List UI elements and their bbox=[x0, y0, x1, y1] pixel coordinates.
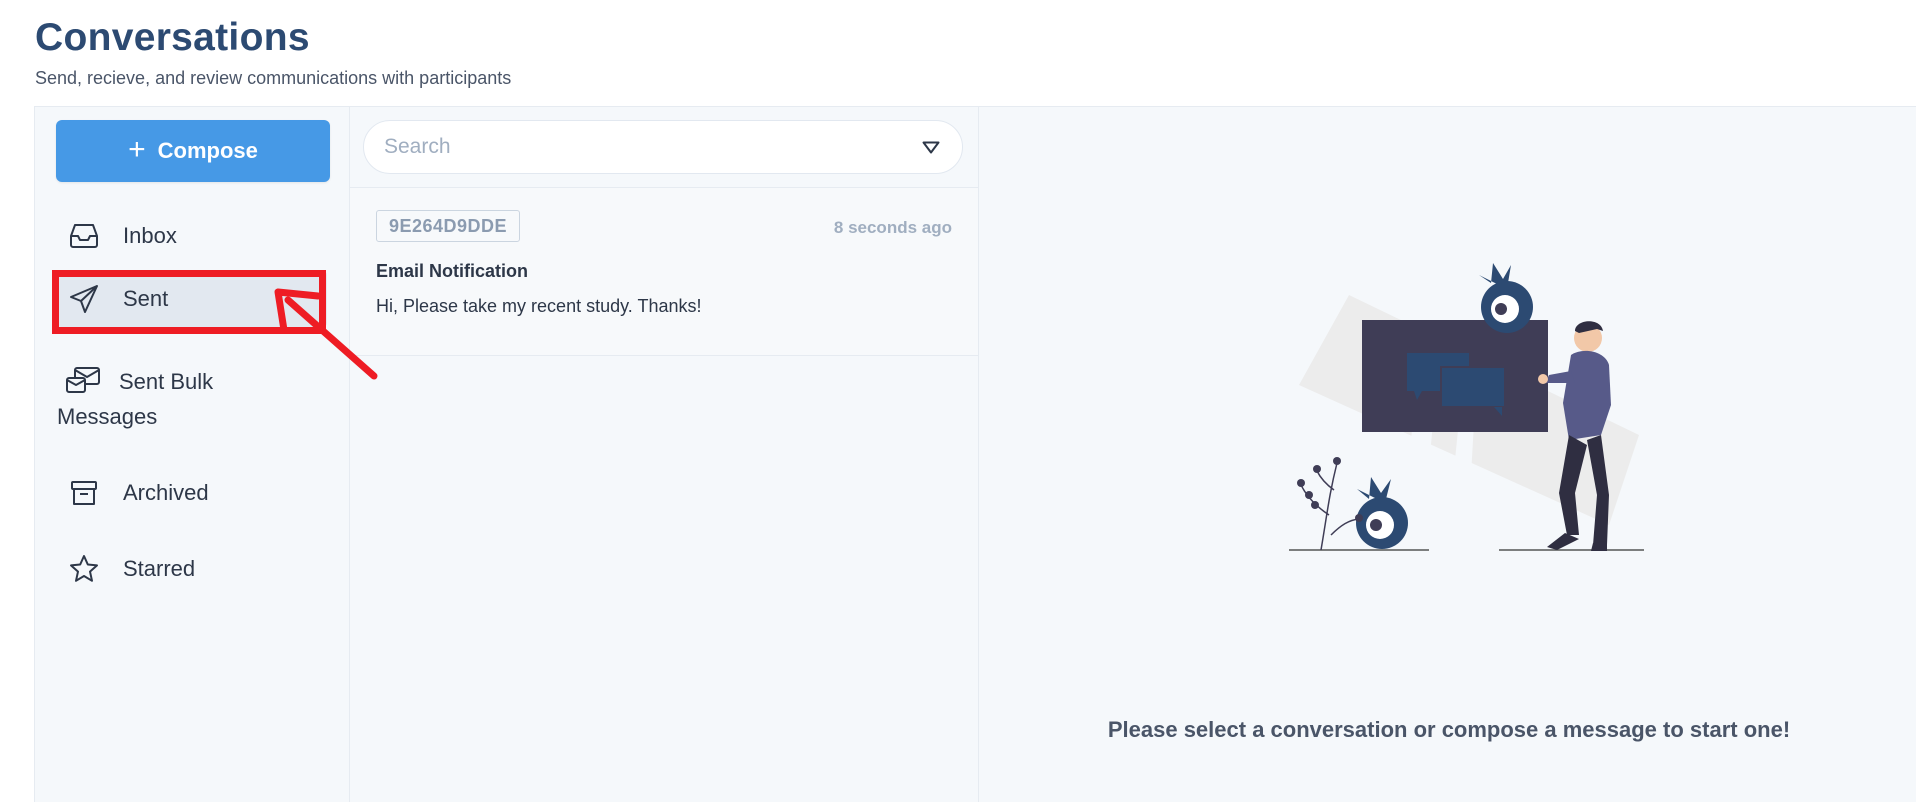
compose-button[interactable]: + Compose bbox=[56, 120, 330, 182]
compose-label: Compose bbox=[157, 138, 258, 163]
conversations-app: + Compose Inbox Sent Sent Bulk Messages … bbox=[34, 106, 1916, 802]
filter-dropdown-icon[interactable] bbox=[920, 136, 942, 158]
sidebar-item-starred[interactable]: Starred bbox=[57, 541, 327, 597]
sidebar-item-label: Archived bbox=[123, 480, 209, 505]
conversation-list-panel: 9E264D9DDE 8 seconds ago Email Notificat… bbox=[350, 107, 979, 802]
sidebar-item-label: Inbox bbox=[123, 223, 177, 248]
conversation-id-badge: 9E264D9DDE bbox=[376, 210, 521, 242]
sidebar-item-label-line1: Sent Bulk bbox=[119, 369, 214, 394]
search-input[interactable] bbox=[384, 135, 920, 159]
star-icon bbox=[65, 550, 103, 588]
sidebar-item-label: Starred bbox=[123, 556, 196, 581]
conversation-subject: Email Notification bbox=[376, 261, 529, 281]
conversation-list-item[interactable]: 9E264D9DDE 8 seconds ago Email Notificat… bbox=[350, 188, 978, 356]
inbox-icon bbox=[65, 217, 103, 255]
sidebar-item-inbox[interactable]: Inbox bbox=[57, 208, 327, 264]
sidebar-item-archived[interactable]: Archived bbox=[57, 465, 327, 521]
empty-state-illustration bbox=[1289, 263, 1644, 551]
empty-state-message: Please select a conversation or compose … bbox=[1107, 717, 1791, 742]
sidebar-item-label-line2: Messages bbox=[57, 404, 158, 430]
sidebar: + Compose Inbox Sent Sent Bulk Messages … bbox=[35, 107, 350, 802]
annotation-arrow-icon bbox=[274, 288, 378, 380]
page-subtitle: Send, recieve, and review communications… bbox=[35, 68, 512, 88]
page-header: Conversations Send, recieve, and review … bbox=[35, 14, 511, 89]
search-box[interactable] bbox=[363, 120, 963, 174]
page-title: Conversations bbox=[35, 16, 310, 59]
conversation-detail-panel: Please select a conversation or compose … bbox=[979, 107, 1916, 802]
bulk-mail-icon bbox=[65, 366, 103, 400]
conversation-preview: Hi, Please take my recent study. Thanks! bbox=[376, 296, 702, 316]
plus-icon: + bbox=[128, 132, 146, 166]
archive-box-icon bbox=[65, 474, 103, 512]
conversation-timestamp: 8 seconds ago bbox=[833, 218, 952, 237]
